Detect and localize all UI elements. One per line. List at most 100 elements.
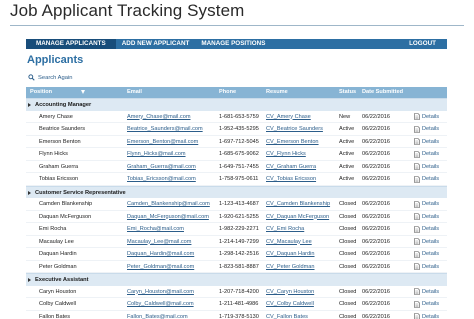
resume-link[interactable]: CV_Camden Blankenship [266,198,330,210]
details-link[interactable]: Details [414,236,439,248]
group-label: Accounting Manager [35,102,92,108]
group-row[interactable]: Customer Service Representative [26,185,447,198]
email-link[interactable]: Tobias_Ericsson@mail.com [127,173,196,185]
nav-add-new-applicant[interactable]: ADD NEW APPLICANT [116,39,196,49]
document-icon [414,175,420,183]
phone-number: 1-123-413-4687 [219,201,259,207]
col-resume-header[interactable]: Resume [266,87,288,98]
status-value: Closed [339,288,357,295]
details-link[interactable]: Details [414,173,439,185]
details-link[interactable]: Details [414,311,439,319]
sort-down-icon[interactable] [81,90,85,94]
phone-number: 1-681-653-5759 [219,113,259,120]
email-link[interactable]: Emerson_Benton@mail.com [127,136,198,148]
email-link[interactable]: Daquan_Hardin@mail.com [127,248,194,260]
phone-number: 1-207-718-4200 [219,288,259,295]
details-label: Details [422,251,440,257]
applicant-name: Macaulay Lee [39,238,74,245]
phone-number: 1-211-481-4986 [219,301,259,307]
email-link[interactable]: Daquan_McFerguson@mail.com [127,211,209,223]
email-link[interactable]: Amery_Chase@mail.com [127,111,191,123]
details-link[interactable]: Details [414,248,439,260]
resume-link[interactable]: CV_Fallon Bates [266,311,308,319]
details-link[interactable]: Details [414,111,439,123]
date-submitted: 06/22/2016 [362,263,390,270]
details-link[interactable]: Details [414,148,439,160]
col-phone-header[interactable]: Phone [219,87,236,98]
resume-link[interactable]: CV_Emerson Benton [266,136,319,148]
details-link[interactable]: Details [414,198,439,210]
details-label: Details [422,288,440,295]
email-link[interactable]: Caryn_Houston@mail.com [127,286,194,298]
col-email-header[interactable]: Email [127,87,142,98]
table-row: Emerson Benton Emerson_Benton@mail.com 1-6… [26,136,447,148]
details-link[interactable]: Details [414,261,439,273]
details-label: Details [422,138,440,145]
triangle-right-icon[interactable] [28,190,31,195]
resume-link[interactable]: CV_Colby Caldwell [266,298,314,310]
details-label: Details [422,213,440,220]
table-row: Peter Goldman Peter_Goldman@mail.com 1-823… [26,261,447,273]
details-link[interactable]: Details [414,161,439,173]
email-link[interactable]: Fallon_Bates@mail.com [127,311,188,319]
resume-link[interactable]: CV_Amery Chase [266,111,311,123]
applicant-name: Daquan McFerguson [39,213,92,220]
group-row[interactable]: Accounting Manager [26,98,447,111]
phone-number: 1-920-621-5255 [219,213,259,220]
resume-link[interactable]: CV_Daquan Hardin [266,248,315,260]
document-icon [414,138,420,145]
table-row: Macaulay Lee Macaulay_Lee@mail.com 1-214-1… [26,236,447,248]
date-submitted: 06/22/2016 [362,163,390,170]
phone-number: 1-685-675-9062 [219,151,259,157]
table-row: Flynn Hicks Flynn_Hicks@mail.com 1-685-675… [26,148,447,161]
resume-link[interactable]: CV_Daquan McFerguson [266,211,329,223]
resume-link[interactable]: CV_Flynn Hicks [266,148,306,160]
email-link[interactable]: Beatrice_Saunders@mail.com [127,123,203,135]
details-link[interactable]: Details [414,211,439,223]
resume-link[interactable]: CV_Emi Rocha [266,223,304,235]
resume-link[interactable]: CV_Peter Goldman [266,261,315,273]
date-submitted: 06/22/2016 [362,313,390,319]
triangle-right-icon[interactable] [28,278,31,282]
resume-link[interactable]: CV_Graham Guerra [266,161,316,173]
search-again-link[interactable]: Search Again [28,74,72,81]
email-link[interactable]: Flynn_Hicks@mail.com [127,148,186,160]
triangle-right-icon[interactable] [28,103,31,107]
document-icon [414,288,420,295]
phone-number: 1-982-229-2271 [219,226,259,232]
group-row[interactable]: Executive Assistant [26,273,447,286]
email-link[interactable]: Macaulay_Lee@mail.com [127,236,191,248]
table-row: Camden Blankenship Camden_Blankenship@mai… [26,198,447,211]
applicant-name: Camden Blankenship [39,201,93,207]
phone-number: 1-649-751-7455 [219,163,259,170]
email-link[interactable]: Emi_Rocha@mail.com [127,223,184,235]
resume-link[interactable]: CV_Beatrice Saunders [266,123,323,135]
resume-link[interactable]: CV_Macaulay Lee [266,236,312,248]
email-link[interactable]: Peter_Goldman@mail.com [127,261,194,273]
table-row: Graham Guerra Graham_Guerra@mail.com 1-649… [26,161,447,173]
email-link[interactable]: Graham_Guerra@mail.com [127,161,196,173]
document-icon [414,238,420,245]
details-link[interactable]: Details [414,286,439,298]
details-link[interactable]: Details [414,123,439,135]
resume-link[interactable]: CV_Tobias Ericsson [266,173,316,185]
status-value: Closed [339,201,357,207]
col-date-header[interactable]: Date Submitted [362,87,403,98]
logout-button[interactable]: LOGOUT [398,39,447,49]
phone-number: 1-719-378-5130 [219,313,259,319]
details-link[interactable]: Details [414,223,439,235]
details-label: Details [422,313,440,319]
nav-manage-applicants[interactable]: MANAGE APPLICANTS [26,39,116,49]
details-link[interactable]: Details [414,298,439,310]
email-link[interactable]: Camden_Blankenship@mail.com [127,198,210,210]
col-status-header[interactable]: Status [339,87,356,98]
resume-link[interactable]: CV_Caryn Houston [266,286,314,298]
table-row: Emi Rocha Emi_Rocha@mail.com 1-982-229-227… [26,223,447,236]
email-link[interactable]: Colby_Caldwell@mail.com [127,298,194,310]
col-position-header[interactable]: Position [30,87,52,98]
details-link[interactable]: Details [414,136,439,148]
nav-manage-positions[interactable]: MANAGE POSITIONS [195,39,271,49]
date-submitted: 06/22/2016 [362,226,390,232]
date-submitted: 06/22/2016 [362,151,390,157]
date-submitted: 06/22/2016 [362,238,390,245]
